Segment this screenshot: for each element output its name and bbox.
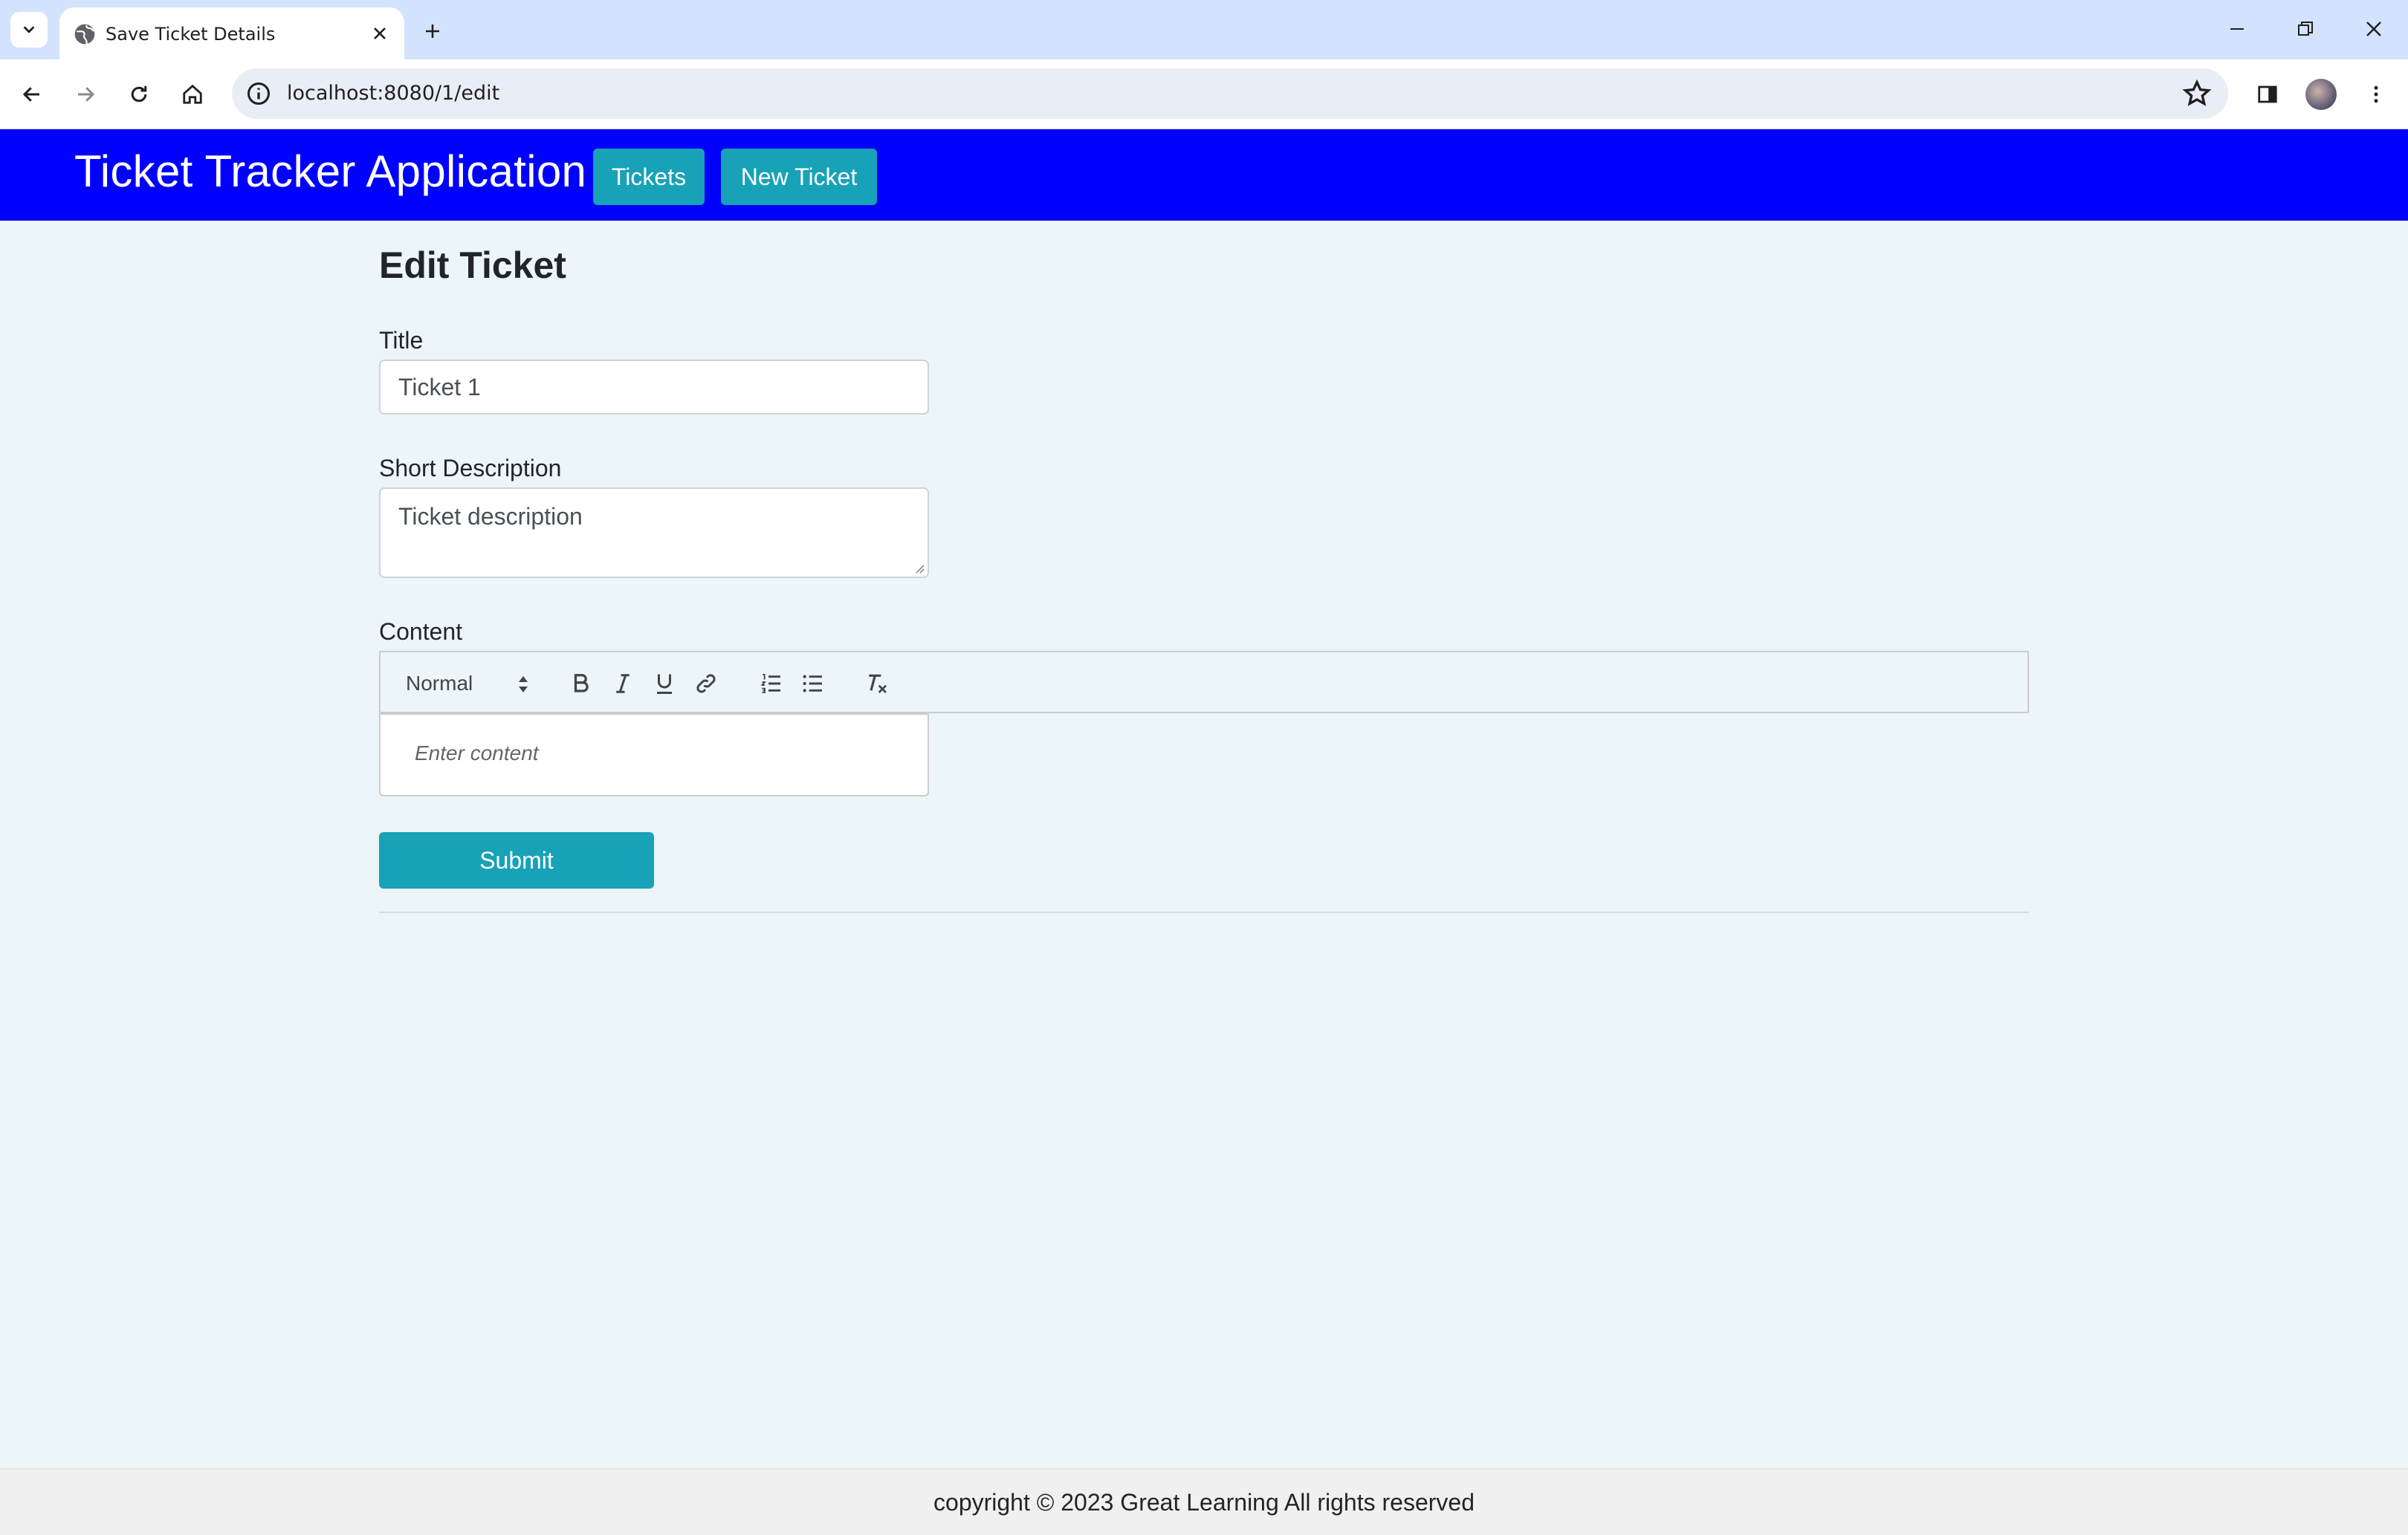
arrow-left-icon	[22, 87, 39, 102]
tab-close-button[interactable]	[367, 21, 392, 46]
minimize-icon	[2230, 28, 2244, 30]
link-button[interactable]	[691, 669, 721, 698]
close-icon	[2366, 22, 2381, 36]
underline-icon	[657, 674, 672, 694]
clear-format-button[interactable]	[862, 669, 892, 698]
side-panel-button[interactable]	[2249, 76, 2286, 113]
footer: copyright © 2023 Great Learning All righ…	[0, 1468, 2408, 1535]
clear-format-icon	[869, 674, 887, 693]
short-description-value: Ticket description	[398, 503, 583, 530]
tab-title: Save Ticket Details	[106, 24, 276, 45]
star-icon[interactable]	[2182, 79, 2212, 108]
ordered-list-icon	[760, 674, 780, 693]
new-ticket-button[interactable]: New Ticket	[721, 149, 877, 205]
url-text: localhost:8080/1/edit	[287, 82, 500, 105]
title-input[interactable]: Ticket 1	[379, 360, 929, 415]
footer-copyright: copyright © 2023 Great Learning All righ…	[933, 1488, 1475, 1516]
close-icon	[374, 27, 386, 39]
reload-button[interactable]	[120, 76, 158, 113]
minimize-button[interactable]	[2215, 10, 2259, 48]
home-button[interactable]	[174, 76, 211, 113]
reload-icon	[131, 85, 147, 103]
home-icon	[183, 84, 202, 104]
profile-avatar[interactable]	[2305, 79, 2337, 110]
app-brand[interactable]: Ticket Tracker Application	[74, 146, 586, 197]
italic-button[interactable]	[608, 669, 638, 698]
plus-icon	[426, 25, 439, 38]
page-title: Edit Ticket	[379, 244, 566, 286]
browser-tab-strip: Save Ticket Details	[0, 0, 2408, 59]
short-description-label: Short Description	[379, 455, 562, 481]
more-vertical-icon	[2374, 85, 2378, 103]
bullet-list-button[interactable]	[798, 669, 828, 698]
content-label: Content	[379, 618, 463, 645]
browser-tab[interactable]: Save Ticket Details	[59, 7, 404, 59]
side-panel-icon	[2258, 85, 2277, 103]
bold-button[interactable]	[566, 669, 596, 698]
tab-search-button[interactable]	[10, 12, 48, 48]
restore-button[interactable]	[2283, 10, 2328, 48]
tickets-button[interactable]: Tickets	[593, 149, 705, 205]
chevron-down-icon	[23, 26, 35, 33]
bold-icon	[574, 674, 589, 692]
title-label: Title	[379, 327, 424, 354]
back-button[interactable]	[13, 76, 51, 113]
header-select-value: Normal	[406, 672, 473, 695]
resize-handle-icon[interactable]	[913, 562, 925, 574]
divider	[379, 912, 2029, 913]
short-description-textarea[interactable]: Ticket description	[379, 487, 929, 578]
content-placeholder: Enter content	[415, 741, 539, 765]
forward-button[interactable]	[67, 76, 104, 113]
close-window-button[interactable]	[2352, 10, 2396, 48]
arrow-right-icon	[78, 87, 95, 102]
browser-toolbar: localhost:8080/1/edit	[0, 59, 2408, 129]
new-tab-button[interactable]	[416, 15, 449, 48]
restore-icon	[2298, 22, 2313, 36]
app-navbar: Ticket Tracker Application Tickets New T…	[0, 129, 2408, 221]
header-select[interactable]: Normal	[406, 667, 532, 700]
address-bar[interactable]: localhost:8080/1/edit	[232, 68, 2228, 119]
submit-button[interactable]: Submit	[379, 832, 654, 889]
info-icon[interactable]	[245, 80, 272, 107]
globe-icon	[74, 24, 95, 45]
underline-button[interactable]	[650, 669, 679, 698]
content-editor[interactable]: Enter content	[379, 713, 929, 796]
editor-toolbar: Normal	[379, 651, 2029, 713]
bullet-list-icon	[803, 675, 822, 692]
italic-icon	[616, 674, 629, 693]
ordered-list-button[interactable]	[757, 669, 786, 698]
link-icon	[696, 674, 716, 693]
sort-arrows-icon	[519, 676, 528, 692]
browser-menu-button[interactable]	[2357, 76, 2395, 113]
